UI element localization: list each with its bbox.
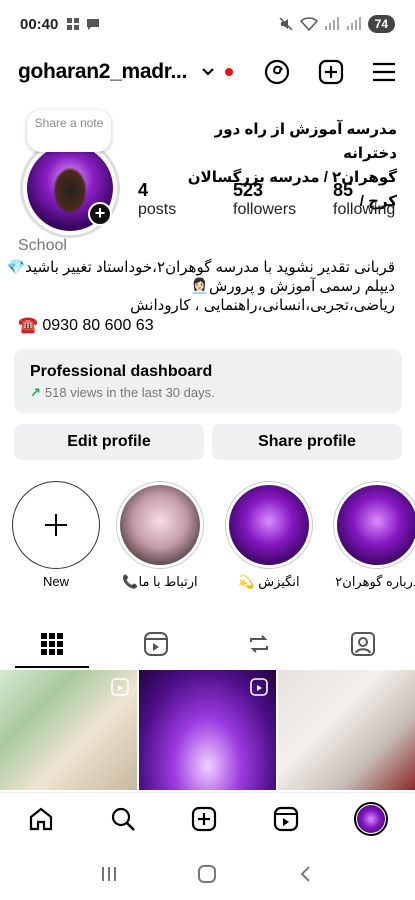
followers-label: followers [233, 201, 297, 218]
app-notification-icon [67, 18, 80, 30]
profile-action-buttons: Edit profile Share profile [14, 424, 402, 460]
profile-nav-avatar[interactable] [354, 801, 389, 836]
new-post-icon[interactable] [190, 805, 218, 833]
chevron-down-icon[interactable] [201, 64, 215, 80]
posts-stat[interactable]: 4 posts [138, 180, 233, 219]
grid-icon [40, 633, 63, 655]
post-thumbnail[interactable] [0, 670, 137, 790]
tab-tagged[interactable] [311, 620, 415, 668]
avatar-image [357, 804, 386, 833]
bio-phone[interactable]: ☎️ 0930 80 600 63 [18, 315, 154, 335]
bio-line-2: دیپلم رسمی آموزش و پرورش👩🏻‍💼 [190, 278, 395, 295]
status-time: 00:40 [20, 15, 59, 33]
highlight-ring [225, 481, 313, 569]
account-username[interactable]: goharan2_madr... [18, 60, 187, 84]
highlight-label: New [42, 574, 69, 589]
following-label: following [333, 201, 396, 218]
profile-bio: قربانی تقدیر نشوید با مدرسه گوهران۲،خودا… [6, 258, 395, 315]
dashboard-views: 518 views in the last 30 days. [44, 385, 215, 400]
menu-icon[interactable] [371, 61, 397, 83]
highlight-image [120, 485, 200, 565]
system-navigation-bar [0, 848, 415, 900]
reels-nav-icon[interactable] [272, 805, 300, 833]
notification-dot [225, 68, 234, 76]
story-highlights: New ارتباط با ما📞 انگیزش 💫 درباره گوهران… [0, 481, 415, 591]
professional-dashboard[interactable]: Professional dashboard ↗ 518 views in the… [14, 349, 402, 413]
threads-icon[interactable] [263, 58, 291, 86]
mute-icon [279, 17, 293, 31]
profile-header: Share a note + مدرسه آموزش از راه دور دخ… [0, 110, 415, 240]
highlight-ring [116, 481, 204, 569]
reels-icon [143, 632, 168, 656]
highlight-ring [333, 481, 415, 569]
fullname-line-1: مدرسه آموزش از راه دور دخترانه [214, 121, 397, 162]
dashboard-subtitle: ↗ 518 views in the last 30 days. [30, 385, 386, 401]
highlight-new-ring [12, 481, 100, 569]
profile-top-bar: goharan2_madr... [0, 50, 415, 94]
edit-profile-button[interactable]: Edit profile [14, 424, 204, 460]
share-note-bubble[interactable]: Share a note [27, 110, 111, 152]
highlight-motivation[interactable]: انگیزش 💫 [224, 481, 314, 590]
signal-icon-2 [346, 17, 361, 30]
reel-icon [250, 678, 268, 696]
tagged-icon [351, 632, 376, 656]
followers-count: 523 [233, 180, 264, 200]
bottom-navigation [0, 792, 415, 844]
home-icon[interactable] [27, 805, 55, 833]
highlight-image [229, 485, 309, 565]
highlight-about[interactable]: درباره گوهران۲ [332, 481, 415, 590]
highlight-new[interactable]: New [11, 481, 101, 589]
highlight-label: درباره گوهران۲ [335, 574, 415, 589]
signal-icon [324, 17, 339, 30]
following-stat[interactable]: 85 following [333, 180, 415, 219]
posts-count: 4 [138, 180, 149, 200]
home-button-icon[interactable] [196, 863, 218, 885]
following-count: 85 [333, 180, 354, 200]
bio-line-3: ریاضی،تجربی،انسانی،راهنمایی ، کارودانش [130, 297, 395, 314]
profile-stats: 4 posts 523 followers 85 following [138, 180, 415, 219]
wifi-icon [299, 17, 318, 31]
create-icon[interactable] [317, 58, 345, 86]
search-icon[interactable] [109, 805, 137, 833]
followers-stat[interactable]: 523 followers [233, 180, 333, 219]
dashboard-title: Professional dashboard [30, 363, 213, 380]
posts-grid [0, 670, 415, 790]
plus-icon [45, 514, 67, 536]
highlight-image [337, 485, 415, 565]
post-thumbnail[interactable] [278, 670, 415, 790]
back-icon[interactable] [296, 864, 316, 884]
highlight-contact[interactable]: ارتباط با ما📞 [115, 481, 205, 590]
profile-category: School [18, 237, 67, 254]
recent-apps-icon[interactable] [99, 864, 119, 884]
post-thumbnail[interactable] [139, 670, 276, 790]
status-system-icons: 74 [278, 15, 395, 33]
highlight-label: ارتباط با ما📞 [122, 574, 198, 589]
reel-icon [111, 678, 129, 696]
message-notification-icon [87, 19, 100, 30]
bio-line-1: قربانی تقدیر نشوید با مدرسه گوهران۲،خودا… [6, 259, 395, 276]
status-bar: 00:40 74 [0, 0, 415, 48]
profile-content-tabs [0, 620, 415, 668]
tab-grid[interactable] [0, 620, 104, 668]
repost-icon [250, 635, 269, 653]
highlight-label: انگیزش 💫 [238, 574, 300, 589]
trend-up-icon: ↗ [30, 385, 41, 400]
tab-reels[interactable] [104, 620, 208, 668]
add-story-icon[interactable]: + [88, 202, 112, 226]
battery-indicator: 74 [367, 15, 395, 33]
share-profile-button[interactable]: Share profile [212, 424, 402, 460]
status-notification-icons [66, 17, 100, 31]
tab-reposts[interactable] [208, 620, 312, 668]
posts-label: posts [138, 201, 177, 218]
